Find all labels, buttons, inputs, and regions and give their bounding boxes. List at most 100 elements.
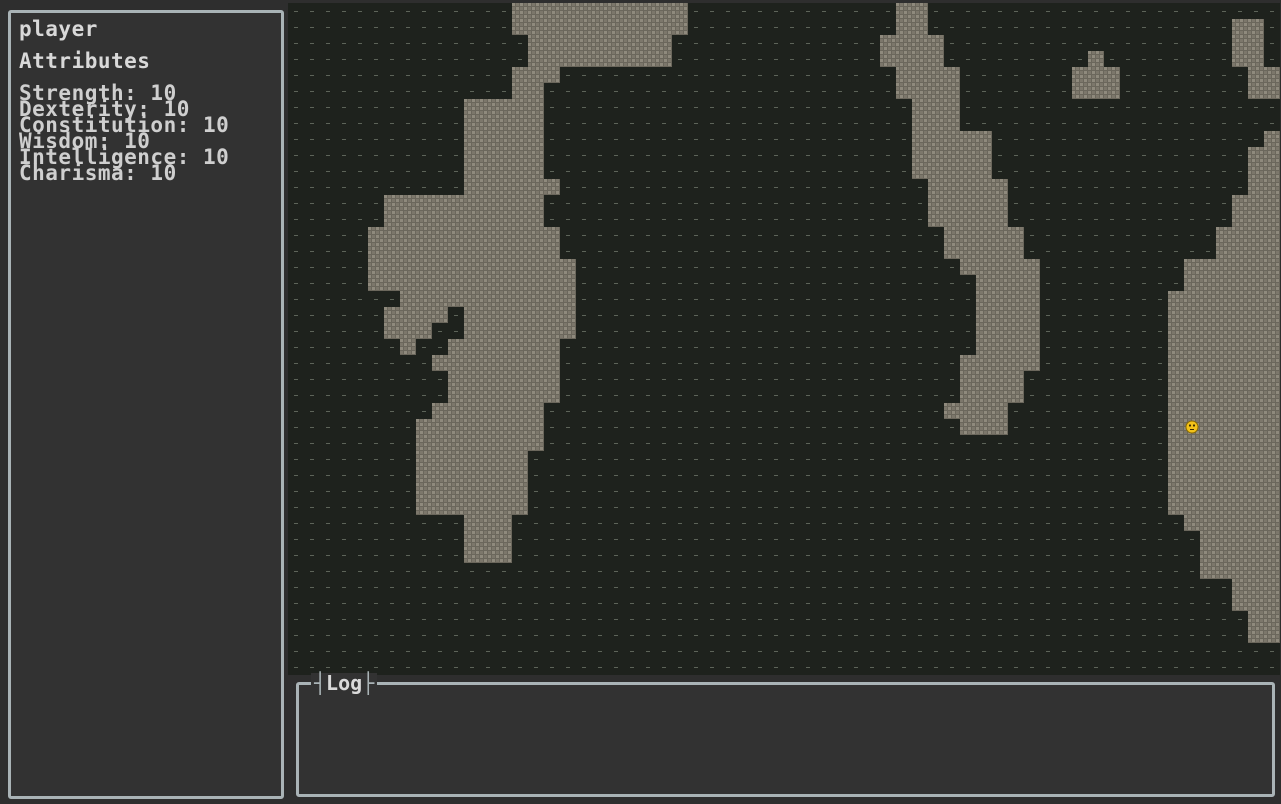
- wall-tile: [576, 3, 592, 19]
- wall-tile: [528, 83, 544, 99]
- wall-tile: [912, 163, 928, 179]
- smiley-face-icon: [1185, 420, 1199, 434]
- wall-tile: [480, 339, 496, 355]
- wall-tile: [448, 259, 464, 275]
- wall-tile: [1248, 515, 1264, 531]
- wall-tile: [512, 371, 528, 387]
- wall-tile: [416, 483, 432, 499]
- wall-tile: [560, 51, 576, 67]
- character-panel: player Attributes Strength: 10 Dexterity…: [8, 10, 284, 799]
- wall-tile: [496, 163, 512, 179]
- wall-tile: [1248, 243, 1264, 259]
- wall-tile: [1216, 339, 1232, 355]
- wall-tile: [1248, 339, 1264, 355]
- wall-tile: [464, 435, 480, 451]
- wall-tile: [944, 67, 960, 83]
- wall-tile: [432, 435, 448, 451]
- wall-tile: [448, 387, 464, 403]
- wall-tile: [496, 195, 512, 211]
- wall-tile: [464, 387, 480, 403]
- wall-tile: [400, 323, 416, 339]
- wall-tile: [464, 483, 480, 499]
- wall-tile: [480, 179, 496, 195]
- wall-tile: [1184, 339, 1200, 355]
- wall-tile: [1264, 371, 1280, 387]
- wall-tile: [400, 243, 416, 259]
- wall-tile: [912, 115, 928, 131]
- wall-tile: [1264, 323, 1280, 339]
- wall-tile: [496, 499, 512, 515]
- wall-tile: [528, 243, 544, 259]
- wall-tile: [448, 355, 464, 371]
- wall-tile: [1264, 227, 1280, 243]
- wall-tile: [1200, 259, 1216, 275]
- dungeon-map[interactable]: [288, 3, 1280, 675]
- wall-tile: [976, 323, 992, 339]
- wall-tile: [512, 403, 528, 419]
- log-title-right-bracket: ├: [362, 671, 375, 695]
- wall-tile: [528, 275, 544, 291]
- wall-tile: [1264, 483, 1280, 499]
- wall-tile: [1264, 195, 1280, 211]
- wall-tile: [416, 451, 432, 467]
- wall-tile: [368, 243, 384, 259]
- wall-tile: [1232, 595, 1248, 611]
- wall-tile: [416, 419, 432, 435]
- wall-tile: [1248, 259, 1264, 275]
- wall-tile: [448, 435, 464, 451]
- wall-tile: [464, 115, 480, 131]
- wall-tile: [464, 499, 480, 515]
- wall-tile: [1216, 419, 1232, 435]
- wall-tile: [544, 35, 560, 51]
- wall-tile: [992, 291, 1008, 307]
- smiley-left-eye: [1188, 424, 1192, 427]
- wall-tile: [432, 275, 448, 291]
- wall-tile: [976, 275, 992, 291]
- wall-tile: [1264, 67, 1280, 83]
- wall-tile: [480, 435, 496, 451]
- wall-tile: [448, 339, 464, 355]
- wall-tile: [1232, 451, 1248, 467]
- player-token[interactable]: [1185, 420, 1199, 434]
- wall-tile: [496, 115, 512, 131]
- smiley-right-eye: [1192, 424, 1196, 427]
- wall-tile: [432, 307, 448, 323]
- wall-tile: [464, 531, 480, 547]
- wall-tile: [528, 387, 544, 403]
- wall-tile: [464, 99, 480, 115]
- wall-tile: [1200, 547, 1216, 563]
- wall-tile: [512, 131, 528, 147]
- wall-tile: [1232, 195, 1248, 211]
- wall-tile: [1264, 339, 1280, 355]
- wall-tile: [496, 483, 512, 499]
- wall-tile: [464, 323, 480, 339]
- wall-tile: [1216, 531, 1232, 547]
- wall-tile: [1216, 355, 1232, 371]
- wall-tile: [976, 227, 992, 243]
- wall-tile: [1184, 371, 1200, 387]
- wall-tile: [528, 227, 544, 243]
- wall-tile: [432, 259, 448, 275]
- wall-tile: [544, 243, 560, 259]
- wall-tile: [496, 371, 512, 387]
- wall-tile: [480, 131, 496, 147]
- wall-tile: [544, 67, 560, 83]
- wall-tile: [1264, 467, 1280, 483]
- wall-tile: [1104, 67, 1120, 83]
- wall-tile: [512, 211, 528, 227]
- wall-tile: [544, 259, 560, 275]
- wall-tile: [496, 291, 512, 307]
- wall-tile: [1200, 275, 1216, 291]
- wall-tile: [928, 211, 944, 227]
- wall-tile: [544, 19, 560, 35]
- wall-tile: [528, 403, 544, 419]
- wall-tile: [1248, 307, 1264, 323]
- wall-tile: [1248, 467, 1264, 483]
- wall-tile: [1200, 467, 1216, 483]
- wall-tile: [496, 403, 512, 419]
- floor-background: [288, 3, 1280, 675]
- wall-tile: [912, 35, 928, 51]
- wall-tile: [992, 259, 1008, 275]
- wall-tile: [1264, 531, 1280, 547]
- wall-tile: [400, 195, 416, 211]
